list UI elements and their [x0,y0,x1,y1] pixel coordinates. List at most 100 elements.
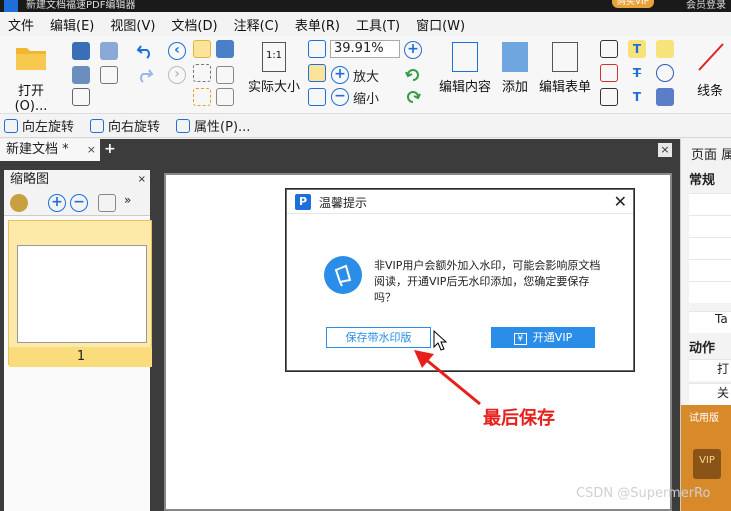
rotate-right-label: 向右旋转 [108,120,161,135]
rotate-right-button[interactable]: 向右旋转 [86,116,160,135]
back-icon[interactable]: ‹ [168,42,186,60]
edit-form-icon [552,42,578,72]
text-select-icon[interactable] [216,66,234,84]
dialog-title-bar: P 温馨提示 ✕ [287,190,633,214]
open-vip-button[interactable]: ¥ 开通VIP [491,327,595,348]
zoom-out-icon[interactable]: − [331,88,349,106]
section-actions[interactable]: 动作 [689,337,715,359]
note-icon[interactable] [656,40,674,58]
action-row[interactable]: 关 [689,383,731,405]
login-link[interactable]: 会员登录 [686,0,726,11]
rotate-left-icon [4,118,18,133]
folder-icon [16,48,46,70]
action-row[interactable]: 打 [689,359,731,381]
actual-size-button[interactable]: 1:1 实际大小 [246,42,302,95]
camera-icon[interactable] [216,40,234,58]
select-tool-icon[interactable] [193,64,211,82]
tab-label: 新建文档 * [6,142,69,157]
edit-form-label: 编辑表单 [538,80,591,95]
chevron-down-icon[interactable]: » [124,193,131,207]
edit-content-button[interactable]: 编辑内容 [436,42,494,95]
properties-panel-header: 页面 属 [691,148,731,163]
zoom-menu-icon[interactable]: + [404,41,422,59]
snapshot-icon[interactable] [193,88,211,106]
rotate-ccw-icon[interactable] [404,88,422,106]
text-field-icon[interactable] [600,40,618,58]
edit-form-button[interactable]: 编辑表单 [536,42,594,95]
panel-splitter[interactable] [152,161,160,511]
highlight-text-icon[interactable]: T [628,40,646,58]
menu-view[interactable]: 视图(V) [102,15,163,34]
title-bar: 新建文档福速PDF编辑器 购买VIP 会员登录 [0,0,731,12]
thumbnail-title: 缩略图 [10,172,50,187]
page-icon[interactable] [72,88,90,106]
fit-page-icon[interactable] [308,40,326,58]
line-label: 线条 [696,84,723,99]
forward-icon[interactable]: › [168,66,186,84]
zoom-out-label[interactable]: 缩小 [353,88,379,107]
copy-icon[interactable] [216,88,234,106]
new-doc-icon[interactable] [100,66,118,84]
general-row [689,281,731,303]
open-label: 打开(O)... [14,84,48,114]
rotate-cw-icon[interactable] [404,66,422,84]
hand-tool-icon[interactable] [193,40,211,58]
callout-icon[interactable] [600,88,618,106]
thumbnail-close-icon[interactable]: × [138,170,146,190]
add-tab-icon[interactable]: + [104,141,116,157]
edit-content-label: 编辑内容 [438,80,491,95]
thumb-zoom-in-icon[interactable]: + [48,194,66,212]
thumbnail-toolbar: + − » [4,190,150,216]
thumb-zoom-out-icon[interactable]: − [70,194,88,212]
fit-visible-icon[interactable] [308,88,326,106]
print-icon[interactable] [72,66,90,84]
properties-button[interactable]: 属性(P)... [172,116,250,135]
fit-width-icon[interactable] [308,64,326,82]
properties-panel: 页面 属 常规 Ta 动作 打 关 试用版 VIP [680,139,731,511]
menu-edit[interactable]: 编辑(E) [42,15,102,34]
app-logo-icon [4,0,18,12]
close-document-icon[interactable]: × [658,143,672,157]
attach-icon[interactable] [656,64,674,82]
menu-window[interactable]: 窗口(W) [408,15,473,34]
tab-new-document[interactable]: 新建文档 * × [0,139,100,161]
actual-size-label: 实际大小 [247,80,300,95]
open-button[interactable]: 打开(O)... [2,42,60,114]
dialog-message: 非VIP用户会额外加入水印，可能会影响原文档阅读，开通VIP后无水印添加，您确定… [374,259,601,304]
zoom-field[interactable]: 39.91% [330,40,400,58]
redo-icon[interactable] [136,66,154,84]
sound-icon[interactable] [656,88,674,106]
vip-badge-icon: VIP [693,449,721,479]
underline-icon[interactable]: T [628,88,646,106]
strikeout-icon[interactable]: T [628,64,646,82]
open-vip-label: 开通VIP [532,331,573,344]
menu-form[interactable]: 表单(R) [287,15,348,34]
trial-label: 试用版 [689,413,719,424]
general-row [689,259,731,281]
save-icon[interactable] [72,42,90,60]
zoom-in-label[interactable]: 放大 [353,66,379,85]
csdn-watermark: CSDN @SupermerRo [576,486,711,501]
stamp-icon[interactable] [100,42,118,60]
section-general[interactable]: 常规 [689,169,715,191]
text-box-icon[interactable] [600,64,618,82]
general-row [689,193,731,215]
zoom-in-icon[interactable]: + [331,66,349,84]
settings-gear-icon[interactable] [10,194,28,212]
add-button[interactable]: 添加 [496,42,534,95]
undo-icon[interactable] [136,42,154,60]
menu-tools[interactable]: 工具(T) [348,15,408,34]
thumbnail-item[interactable]: 1 [8,220,153,367]
ribbon-toolbar: 打开(O)... ‹ › 1:1 实际大小 39.91% + + 放大 − 缩小… [0,36,731,114]
rotate-left-button[interactable]: 向左旋转 [0,116,74,135]
menu-comment[interactable]: 注释(C) [226,15,287,34]
sub-toolbar: 向左旋转 向右旋转 属性(P)... [0,114,731,138]
thumb-rotate-icon[interactable] [98,194,116,212]
dialog-close-icon[interactable]: ✕ [614,192,627,211]
buy-vip-button[interactable]: 购买VIP [612,0,654,8]
tab-close-icon[interactable]: × [87,139,96,161]
line-button[interactable]: 线条 [690,42,730,99]
menu-file[interactable]: 文件 [0,15,42,34]
menu-document[interactable]: 文档(D) [163,15,225,34]
thumbnail-header: 缩略图 × [4,170,150,190]
